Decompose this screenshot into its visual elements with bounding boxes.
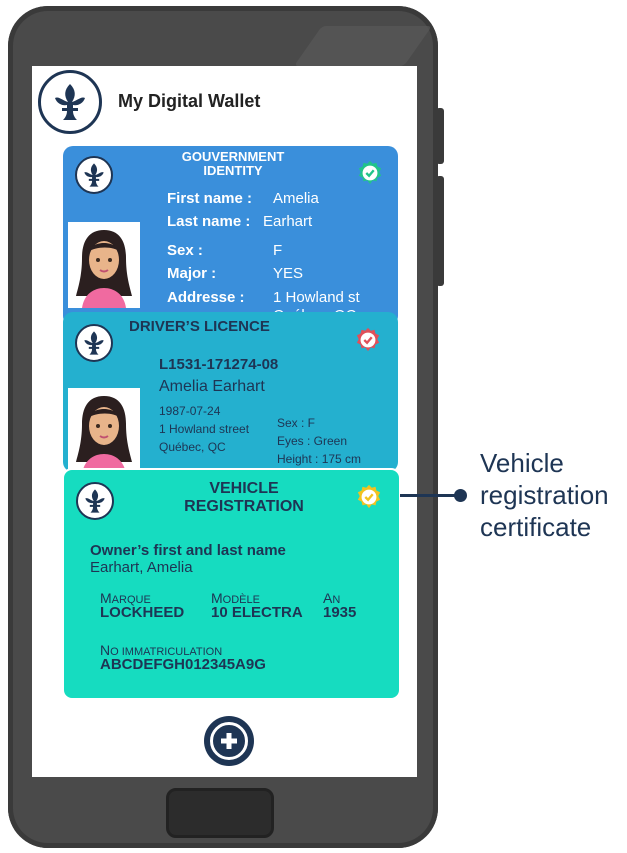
licence-eyes: Eyes : Green [277, 434, 348, 448]
licence-photo [68, 388, 140, 472]
identity-photo [68, 222, 140, 308]
volume-button [436, 108, 444, 164]
first-name-label: First name : [167, 190, 253, 207]
last-name-value: Earhart [263, 213, 313, 230]
licence-dob: 1987-07-24 [159, 404, 221, 418]
callout-line2: registration [480, 480, 609, 510]
side-button [436, 176, 444, 286]
avatar [68, 222, 140, 308]
home-button[interactable] [166, 788, 274, 838]
licence-sex: Sex : F [277, 416, 316, 430]
identity-title-line2: IDENTITY [203, 163, 263, 178]
owner-value: Earhart, Amelia [90, 559, 193, 576]
major-value: YES [273, 265, 304, 282]
callout-label: Vehicle registration certificate [480, 447, 609, 543]
vehicle-title-line1: VEHICLE [209, 480, 279, 497]
licence-height: Height : 175 cm [277, 452, 362, 466]
licence-holder-name: Amelia Earhart [159, 378, 265, 395]
identity-card[interactable]: GOUVERNMENT IDENTITY First name : Amelia… [63, 146, 398, 326]
callout-line [400, 494, 456, 497]
first-name-value: Amelia [273, 190, 319, 207]
phone-shine [293, 26, 433, 66]
year-value: 1935 [323, 604, 357, 621]
check-badge-icon [357, 160, 383, 186]
licence-card[interactable]: DRIVER’S LICENCE L1531-171274-08 Amelia … [63, 312, 398, 472]
vehicle-registration-card[interactable]: VEHICLE REGISTRATION Owner’s first and l… [62, 468, 401, 700]
sex-value: F [273, 242, 283, 259]
address-label: Addresse : [167, 289, 245, 306]
check-badge-icon [355, 327, 381, 353]
identity-card-logo [75, 156, 113, 194]
fleur-de-lis-icon [85, 489, 105, 513]
licence-street: 1 Howland street [159, 422, 250, 436]
wallet-logo [38, 70, 102, 134]
app-title: My Digital Wallet [118, 91, 261, 111]
fleur-de-lis-icon [84, 163, 104, 187]
callout-dot [454, 489, 467, 502]
plate-value: ABCDEFGH012345A9G [100, 656, 266, 673]
identity-card-title: GOUVERNMENT IDENTITY [173, 150, 293, 178]
vehicle-title-line2: REGISTRATION [184, 498, 304, 515]
avatar [68, 388, 140, 472]
vehicle-card-title: VEHICLE REGISTRATION [154, 480, 334, 516]
check-badge-icon [356, 484, 382, 510]
vehicle-card-logo [76, 482, 114, 520]
identity-title-line1: GOUVERNMENT [181, 149, 285, 164]
fleur-de-lis-icon [84, 331, 104, 355]
last-name-label: Last name : [167, 213, 251, 230]
owner-label: Owner’s first and last name [90, 542, 286, 559]
make-value: LOCKHEED [100, 604, 185, 621]
licence-card-title: DRIVER’S LICENCE [129, 318, 270, 335]
licence-city: Québec, QC [159, 440, 226, 454]
add-card-button[interactable] [204, 716, 254, 766]
licence-number: L1531-171274-08 [159, 356, 279, 373]
licence-card-logo [75, 324, 113, 362]
major-label: Major : [167, 265, 217, 282]
address-value: 1 Howland st [273, 289, 360, 306]
plus-icon [210, 722, 248, 760]
fleur-de-lis-icon [55, 84, 85, 120]
callout-line3: certificate [480, 512, 592, 542]
sex-label: Sex : [167, 242, 203, 259]
model-value: 10 ELECTRA [211, 604, 303, 621]
callout-line1: Vehicle [480, 448, 564, 478]
